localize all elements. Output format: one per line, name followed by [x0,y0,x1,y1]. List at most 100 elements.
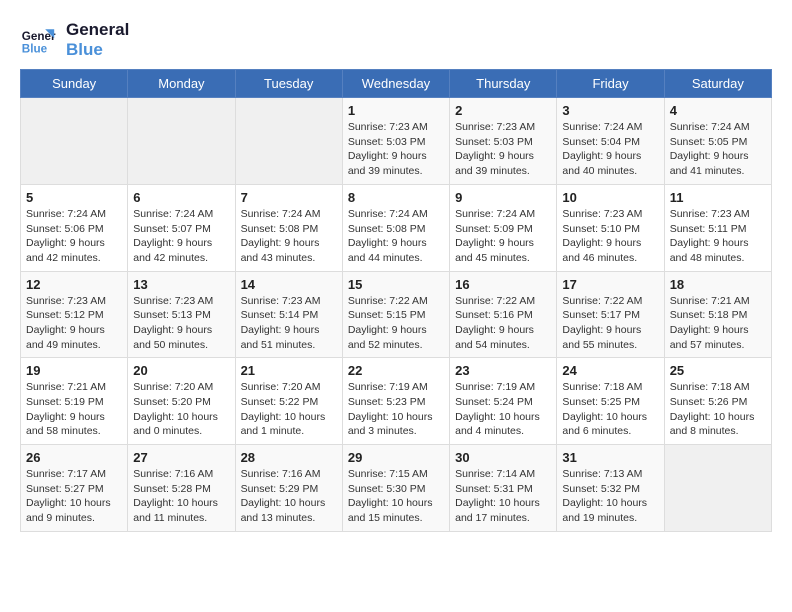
calendar-body: 1 Sunrise: 7:23 AMSunset: 5:03 PMDayligh… [21,98,772,532]
weekday-header-cell: Tuesday [235,70,342,98]
day-number: 7 [241,190,337,205]
page-header: General Blue General Blue [20,20,772,59]
calendar-cell: 7 Sunrise: 7:24 AMSunset: 5:08 PMDayligh… [235,184,342,271]
weekday-header-row: SundayMondayTuesdayWednesdayThursdayFrid… [21,70,772,98]
calendar-cell: 29 Sunrise: 7:15 AMSunset: 5:30 PMDaylig… [342,445,449,532]
day-number: 5 [26,190,122,205]
day-info: Sunrise: 7:24 AMSunset: 5:06 PMDaylight:… [26,207,122,266]
day-info: Sunrise: 7:23 AMSunset: 5:10 PMDaylight:… [562,207,658,266]
calendar-table: SundayMondayTuesdayWednesdayThursdayFrid… [20,69,772,532]
weekday-header-cell: Sunday [21,70,128,98]
day-number: 23 [455,363,551,378]
calendar-cell: 1 Sunrise: 7:23 AMSunset: 5:03 PMDayligh… [342,98,449,185]
calendar-cell: 18 Sunrise: 7:21 AMSunset: 5:18 PMDaylig… [664,271,771,358]
day-number: 24 [562,363,658,378]
calendar-week-row: 1 Sunrise: 7:23 AMSunset: 5:03 PMDayligh… [21,98,772,185]
calendar-cell: 12 Sunrise: 7:23 AMSunset: 5:12 PMDaylig… [21,271,128,358]
day-number: 9 [455,190,551,205]
day-info: Sunrise: 7:24 AMSunset: 5:09 PMDaylight:… [455,207,551,266]
day-info: Sunrise: 7:16 AMSunset: 5:28 PMDaylight:… [133,467,229,526]
day-number: 12 [26,277,122,292]
svg-text:Blue: Blue [22,42,48,55]
day-number: 27 [133,450,229,465]
weekday-header-cell: Saturday [664,70,771,98]
day-number: 26 [26,450,122,465]
calendar-cell: 2 Sunrise: 7:23 AMSunset: 5:03 PMDayligh… [450,98,557,185]
calendar-cell: 17 Sunrise: 7:22 AMSunset: 5:17 PMDaylig… [557,271,664,358]
day-number: 6 [133,190,229,205]
day-info: Sunrise: 7:18 AMSunset: 5:26 PMDaylight:… [670,380,766,439]
day-info: Sunrise: 7:18 AMSunset: 5:25 PMDaylight:… [562,380,658,439]
day-number: 21 [241,363,337,378]
calendar-cell: 3 Sunrise: 7:24 AMSunset: 5:04 PMDayligh… [557,98,664,185]
calendar-cell [664,445,771,532]
day-info: Sunrise: 7:16 AMSunset: 5:29 PMDaylight:… [241,467,337,526]
day-number: 13 [133,277,229,292]
day-info: Sunrise: 7:21 AMSunset: 5:19 PMDaylight:… [26,380,122,439]
logo-icon: General Blue [20,22,56,58]
day-number: 10 [562,190,658,205]
day-info: Sunrise: 7:23 AMSunset: 5:12 PMDaylight:… [26,294,122,353]
calendar-week-row: 5 Sunrise: 7:24 AMSunset: 5:06 PMDayligh… [21,184,772,271]
calendar-cell: 14 Sunrise: 7:23 AMSunset: 5:14 PMDaylig… [235,271,342,358]
calendar-cell: 6 Sunrise: 7:24 AMSunset: 5:07 PMDayligh… [128,184,235,271]
calendar-cell: 13 Sunrise: 7:23 AMSunset: 5:13 PMDaylig… [128,271,235,358]
day-info: Sunrise: 7:24 AMSunset: 5:08 PMDaylight:… [348,207,444,266]
calendar-cell: 24 Sunrise: 7:18 AMSunset: 5:25 PMDaylig… [557,358,664,445]
day-info: Sunrise: 7:13 AMSunset: 5:32 PMDaylight:… [562,467,658,526]
day-number: 1 [348,103,444,118]
day-info: Sunrise: 7:22 AMSunset: 5:17 PMDaylight:… [562,294,658,353]
calendar-cell: 30 Sunrise: 7:14 AMSunset: 5:31 PMDaylig… [450,445,557,532]
calendar-cell: 22 Sunrise: 7:19 AMSunset: 5:23 PMDaylig… [342,358,449,445]
day-info: Sunrise: 7:20 AMSunset: 5:20 PMDaylight:… [133,380,229,439]
day-info: Sunrise: 7:21 AMSunset: 5:18 PMDaylight:… [670,294,766,353]
calendar-cell: 15 Sunrise: 7:22 AMSunset: 5:15 PMDaylig… [342,271,449,358]
day-info: Sunrise: 7:24 AMSunset: 5:04 PMDaylight:… [562,120,658,179]
calendar-cell [128,98,235,185]
day-info: Sunrise: 7:24 AMSunset: 5:05 PMDaylight:… [670,120,766,179]
calendar-cell: 31 Sunrise: 7:13 AMSunset: 5:32 PMDaylig… [557,445,664,532]
day-info: Sunrise: 7:23 AMSunset: 5:14 PMDaylight:… [241,294,337,353]
day-number: 3 [562,103,658,118]
calendar-cell: 25 Sunrise: 7:18 AMSunset: 5:26 PMDaylig… [664,358,771,445]
day-info: Sunrise: 7:24 AMSunset: 5:08 PMDaylight:… [241,207,337,266]
day-info: Sunrise: 7:24 AMSunset: 5:07 PMDaylight:… [133,207,229,266]
calendar-cell: 26 Sunrise: 7:17 AMSunset: 5:27 PMDaylig… [21,445,128,532]
day-number: 16 [455,277,551,292]
calendar-cell: 20 Sunrise: 7:20 AMSunset: 5:20 PMDaylig… [128,358,235,445]
day-number: 15 [348,277,444,292]
day-number: 29 [348,450,444,465]
day-info: Sunrise: 7:23 AMSunset: 5:03 PMDaylight:… [455,120,551,179]
weekday-header-cell: Friday [557,70,664,98]
calendar-cell: 27 Sunrise: 7:16 AMSunset: 5:28 PMDaylig… [128,445,235,532]
calendar-cell: 21 Sunrise: 7:20 AMSunset: 5:22 PMDaylig… [235,358,342,445]
logo: General Blue General Blue [20,20,129,59]
day-info: Sunrise: 7:14 AMSunset: 5:31 PMDaylight:… [455,467,551,526]
day-info: Sunrise: 7:15 AMSunset: 5:30 PMDaylight:… [348,467,444,526]
calendar-cell: 19 Sunrise: 7:21 AMSunset: 5:19 PMDaylig… [21,358,128,445]
day-number: 28 [241,450,337,465]
day-info: Sunrise: 7:19 AMSunset: 5:23 PMDaylight:… [348,380,444,439]
day-number: 25 [670,363,766,378]
weekday-header-cell: Thursday [450,70,557,98]
day-number: 19 [26,363,122,378]
day-number: 14 [241,277,337,292]
day-info: Sunrise: 7:19 AMSunset: 5:24 PMDaylight:… [455,380,551,439]
weekday-header-cell: Wednesday [342,70,449,98]
day-number: 30 [455,450,551,465]
calendar-cell: 23 Sunrise: 7:19 AMSunset: 5:24 PMDaylig… [450,358,557,445]
calendar-cell [235,98,342,185]
day-number: 17 [562,277,658,292]
calendar-cell: 11 Sunrise: 7:23 AMSunset: 5:11 PMDaylig… [664,184,771,271]
logo-blue: Blue [66,40,129,60]
calendar-cell: 4 Sunrise: 7:24 AMSunset: 5:05 PMDayligh… [664,98,771,185]
calendar-cell [21,98,128,185]
weekday-header-cell: Monday [128,70,235,98]
calendar-cell: 16 Sunrise: 7:22 AMSunset: 5:16 PMDaylig… [450,271,557,358]
day-info: Sunrise: 7:17 AMSunset: 5:27 PMDaylight:… [26,467,122,526]
day-number: 2 [455,103,551,118]
calendar-cell: 5 Sunrise: 7:24 AMSunset: 5:06 PMDayligh… [21,184,128,271]
day-number: 8 [348,190,444,205]
calendar-week-row: 12 Sunrise: 7:23 AMSunset: 5:12 PMDaylig… [21,271,772,358]
day-number: 20 [133,363,229,378]
